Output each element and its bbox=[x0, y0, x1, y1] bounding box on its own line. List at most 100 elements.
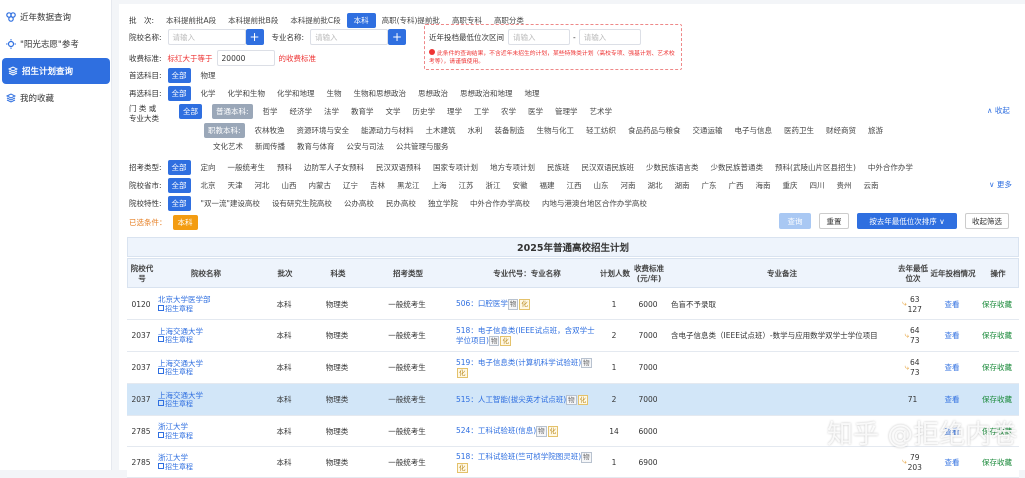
major-link[interactable]: 518：电子信息类(IEEE试点班，含双学士学位项目) bbox=[456, 326, 595, 345]
save-favorite-button[interactable]: 保存收藏 bbox=[982, 458, 1012, 468]
batch-option[interactable]: 本科提前批C段 bbox=[284, 15, 346, 26]
reset-button[interactable]: 重置 bbox=[819, 213, 849, 229]
sidebar-item-sunshine[interactable]: "阳光志愿"参考 bbox=[0, 31, 112, 57]
undergrad-option[interactable]: 哲学 bbox=[263, 106, 278, 117]
charter-link[interactable]: 招生章程 bbox=[158, 400, 255, 409]
second-subject-option[interactable]: 生物 bbox=[327, 88, 342, 99]
feature-option[interactable]: "双一流"建设高校 bbox=[201, 198, 260, 209]
vocational-option[interactable]: 装备制造 bbox=[495, 125, 525, 136]
second-subject-option[interactable]: 化学和地理 bbox=[277, 88, 315, 99]
province-option[interactable]: 河南 bbox=[621, 180, 636, 191]
province-option[interactable]: 河北 bbox=[255, 180, 270, 191]
vocational-option[interactable]: 资源环境与安全 bbox=[297, 125, 350, 136]
charter-link[interactable]: 招生章程 bbox=[158, 431, 255, 441]
major-link[interactable]: 518：工科试验班(竺可桢学院图灵班) bbox=[456, 452, 581, 461]
province-option[interactable]: 山东 bbox=[594, 180, 609, 191]
charter-link[interactable]: 招生章程 bbox=[158, 336, 255, 345]
school-link[interactable]: 北京大学医学部 bbox=[158, 295, 255, 305]
school-link[interactable]: 上海交通大学 bbox=[158, 359, 255, 369]
major-name-input[interactable]: 请输入 bbox=[310, 29, 389, 45]
batch-option[interactable]: 本科提前批A段 bbox=[160, 15, 222, 26]
type-option[interactable]: 边防军人子女预科 bbox=[304, 162, 364, 173]
rank-max-input[interactable]: 请输入 bbox=[578, 29, 641, 45]
major-link[interactable]: 506：口腔医学 bbox=[456, 299, 508, 308]
vocational-option[interactable]: 财经商贸 bbox=[826, 125, 856, 136]
selected-tag[interactable]: 本科 bbox=[172, 215, 198, 230]
undergrad-option[interactable]: 农学 bbox=[501, 106, 516, 117]
type-option[interactable]: 少数民族语言类 bbox=[646, 162, 699, 173]
trend-view-link[interactable]: 查看 bbox=[945, 458, 960, 468]
province-option[interactable]: 上海 bbox=[432, 180, 447, 191]
feature-all[interactable]: 全部 bbox=[167, 196, 191, 211]
save-favorite-button[interactable]: 保存收藏 bbox=[982, 300, 1012, 310]
province-option[interactable]: 北京 bbox=[201, 180, 216, 191]
type-option[interactable]: 少数民族普通类 bbox=[711, 162, 764, 173]
sidebar-item-favorites[interactable]: 我的收藏 bbox=[0, 85, 112, 111]
province-option[interactable]: 江苏 bbox=[459, 180, 474, 191]
query-button[interactable]: 查询 bbox=[779, 213, 811, 229]
major-link[interactable]: 519：电子信息类(计算机科学试验班) bbox=[456, 358, 581, 367]
undergrad-option[interactable]: 艺术学 bbox=[590, 106, 613, 117]
province-option[interactable]: 云南 bbox=[864, 180, 879, 191]
province-option[interactable]: 内蒙古 bbox=[309, 180, 332, 191]
batch-option[interactable]: 本科提前批B段 bbox=[222, 15, 284, 26]
school-name-input[interactable]: 请输入 bbox=[167, 29, 246, 45]
vocational-option[interactable]: 公安与司法 bbox=[347, 141, 385, 152]
sort-button[interactable]: 按去年最低位次排序 ∨ bbox=[857, 213, 957, 229]
feature-option[interactable]: 内地与港澳台地区合作办学高校 bbox=[542, 198, 647, 209]
province-option[interactable]: 贵州 bbox=[837, 180, 852, 191]
type-option[interactable]: 民汉双语民族班 bbox=[582, 162, 635, 173]
major-link[interactable]: 515：人工智能(拔尖英才试点班) bbox=[456, 395, 566, 404]
save-favorite-button[interactable]: 保存收藏 bbox=[982, 331, 1012, 341]
batch-option-selected[interactable]: 本科 bbox=[346, 13, 376, 28]
fee-input[interactable]: 20000 bbox=[216, 50, 275, 66]
vocational-option[interactable]: 医药卫生 bbox=[784, 125, 814, 136]
table-row[interactable]: 2785 浙江大学 招生章程 本科 物理类 一般统考生 518：工科试验班(竺可桢学院图灵班… bbox=[127, 447, 1019, 478]
vocational-tag[interactable]: 职教本科: bbox=[204, 123, 245, 138]
vocational-option[interactable]: 教育与体育 bbox=[297, 141, 335, 152]
type-option[interactable]: 一般统考生 bbox=[228, 162, 266, 173]
feature-option[interactable]: 民办高校 bbox=[386, 198, 416, 209]
trend-view-link[interactable]: 查看 bbox=[945, 363, 960, 373]
vocational-option[interactable]: 新闻传播 bbox=[255, 141, 285, 152]
type-option[interactable]: 地方专项计划 bbox=[490, 162, 535, 173]
type-option[interactable]: 民族班 bbox=[547, 162, 570, 173]
type-option[interactable]: 民汉双语预科 bbox=[376, 162, 421, 173]
vocational-option[interactable]: 公共管理与服务 bbox=[396, 141, 449, 152]
undergrad-option[interactable]: 经济学 bbox=[290, 106, 313, 117]
undergrad-option[interactable]: 教育学 bbox=[351, 106, 374, 117]
undergrad-option[interactable]: 理学 bbox=[447, 106, 462, 117]
province-option[interactable]: 广西 bbox=[729, 180, 744, 191]
charter-link[interactable]: 招生章程 bbox=[158, 304, 255, 314]
type-option[interactable]: 定向 bbox=[201, 162, 216, 173]
second-subject-option[interactable]: 化学 bbox=[201, 88, 216, 99]
trend-view-link[interactable]: 查看 bbox=[945, 331, 960, 341]
table-row[interactable]: 2037 上海交通大学 招生章程 本科 物理类 一般统考生 519：电子信息类(计算机科学试… bbox=[127, 352, 1019, 384]
category-collapse-link[interactable]: ∧ 收起 bbox=[987, 105, 1010, 116]
rank-min-input[interactable]: 请输入 bbox=[508, 29, 570, 45]
type-option[interactable]: 国家专项计划 bbox=[433, 162, 478, 173]
table-row[interactable]: 0120 北京大学医学部 招生章程 本科 物理类 一般统考生 506：口腔医学物化 1 6000… bbox=[127, 289, 1019, 320]
province-option[interactable]: 黑龙江 bbox=[397, 180, 420, 191]
undergrad-option[interactable]: 文学 bbox=[386, 106, 401, 117]
undergrad-option[interactable]: 工学 bbox=[474, 106, 489, 117]
trend-view-link[interactable]: 查看 bbox=[945, 300, 960, 310]
sidebar-item-history[interactable]: 近年数据查询 bbox=[0, 4, 112, 30]
vocational-option[interactable]: 旅游 bbox=[868, 125, 883, 136]
charter-link[interactable]: 招生章程 bbox=[158, 368, 255, 377]
province-option[interactable]: 天津 bbox=[228, 180, 243, 191]
province-option[interactable]: 吉林 bbox=[370, 180, 385, 191]
second-subject-option[interactable]: 化学和生物 bbox=[228, 88, 266, 99]
first-subject-all[interactable]: 全部 bbox=[167, 68, 191, 83]
add-school-button[interactable]: + bbox=[245, 29, 264, 45]
school-link[interactable]: 上海交通大学 bbox=[158, 327, 255, 337]
type-all[interactable]: 全部 bbox=[167, 160, 191, 175]
undergrad-option[interactable]: 管理学 bbox=[555, 106, 578, 117]
undergrad-option[interactable]: 法学 bbox=[324, 106, 339, 117]
province-option[interactable]: 福建 bbox=[540, 180, 555, 191]
second-subject-option[interactable]: 思想政治 bbox=[418, 88, 448, 99]
category-all[interactable]: 全部 bbox=[179, 104, 202, 119]
second-subject-option[interactable]: 地理 bbox=[525, 88, 540, 99]
province-option[interactable]: 湖北 bbox=[648, 180, 663, 191]
school-link[interactable]: 上海交通大学 bbox=[158, 391, 255, 401]
